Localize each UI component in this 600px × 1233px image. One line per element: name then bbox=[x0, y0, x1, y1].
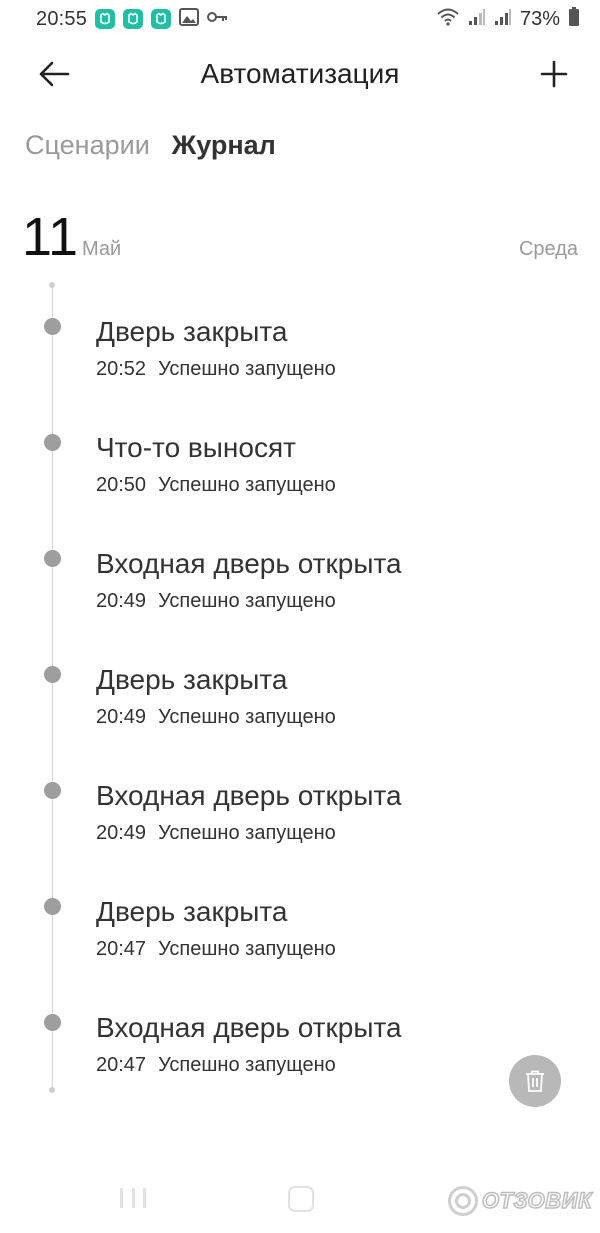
recents-button[interactable] bbox=[120, 1188, 146, 1210]
log-entry-title: Дверь закрыта bbox=[96, 316, 288, 347]
log-entry-meta: 20:49 Успешно запущено bbox=[96, 590, 336, 613]
log-entry-time: 20:49 bbox=[96, 590, 147, 612]
log-entry[interactable]: Что-то выносят 20:50 Успешно запущено bbox=[0, 428, 600, 544]
log-entry-meta: 20:52 Успешно запущено bbox=[96, 358, 336, 381]
log-entry-status: Успешно запущено bbox=[158, 1054, 336, 1076]
log-list: Дверь закрыта 20:52 Успешно запущено Что… bbox=[0, 312, 600, 1124]
battery-percent: 73% bbox=[519, 7, 560, 30]
timeline-dot bbox=[44, 434, 61, 451]
log-entry[interactable]: Входная дверь открыта 20:47 Успешно запу… bbox=[0, 1008, 600, 1124]
status-time: 20:55 bbox=[36, 7, 88, 30]
log-entry[interactable]: Дверь закрыта 20:49 Успешно запущено bbox=[0, 660, 600, 776]
plus-icon bbox=[540, 60, 568, 88]
mi-home-icon bbox=[151, 9, 172, 29]
watermark: ОТЗОВИК bbox=[448, 1186, 592, 1216]
log-entry-status: Успешно запущено bbox=[158, 822, 336, 844]
signal-icon bbox=[468, 8, 486, 31]
log-entry-title: Дверь закрыта bbox=[96, 664, 288, 695]
log-entry-time: 20:52 bbox=[96, 358, 147, 380]
page-title: Автоматизация bbox=[200, 58, 400, 89]
key-icon bbox=[207, 10, 229, 29]
add-button[interactable] bbox=[534, 56, 574, 92]
signal-icon bbox=[494, 8, 512, 31]
timeline-dot bbox=[44, 1014, 61, 1031]
log-entry-time: 20:47 bbox=[96, 938, 147, 960]
log-entry-status: Успешно запущено bbox=[158, 938, 336, 960]
log-entry-meta: 20:47 Успешно запущено bbox=[96, 1054, 336, 1077]
timeline-dot bbox=[44, 898, 61, 915]
log-entry-status: Успешно запущено bbox=[158, 474, 336, 496]
tab-journal[interactable]: Журнал bbox=[172, 130, 276, 161]
timeline-dot bbox=[44, 550, 61, 567]
log-entry-meta: 20:50 Успешно запущено bbox=[96, 474, 336, 497]
log-entry-time: 20:47 bbox=[96, 1054, 147, 1076]
log-entry-title: Входная дверь открыта bbox=[96, 548, 402, 579]
mi-home-icon bbox=[95, 9, 116, 29]
watermark-text: ОТЗОВИК bbox=[481, 1187, 592, 1214]
tab-bar: Сценарии Журнал bbox=[25, 130, 276, 161]
watermark-logo-icon bbox=[448, 1186, 478, 1216]
timeline-start-dot bbox=[49, 282, 55, 288]
date-weekday: Среда bbox=[518, 238, 578, 260]
date-month: Май bbox=[82, 238, 122, 260]
log-entry-status: Успешно запущено bbox=[158, 706, 336, 728]
log-entry-status: Успешно запущено bbox=[158, 358, 336, 380]
tab-scenarios[interactable]: Сценарии bbox=[25, 130, 150, 161]
log-entry-meta: 20:47 Успешно запущено bbox=[96, 938, 336, 961]
image-icon bbox=[179, 7, 200, 31]
date-day: 11 bbox=[22, 207, 79, 267]
log-entry-meta: 20:49 Успешно запущено bbox=[96, 706, 336, 729]
log-entry-title: Входная дверь открыта bbox=[96, 780, 402, 811]
status-bar-left: 20:55 bbox=[36, 7, 229, 31]
app-header: Автоматизация bbox=[0, 44, 600, 104]
log-entry[interactable]: Входная дверь открыта 20:49 Успешно запу… bbox=[0, 776, 600, 892]
home-button[interactable] bbox=[288, 1186, 314, 1212]
log-entry-status: Успешно запущено bbox=[158, 590, 336, 612]
mi-home-icon bbox=[123, 9, 144, 29]
log-entry-time: 20:49 bbox=[96, 822, 147, 844]
log-entry-meta: 20:49 Успешно запущено bbox=[96, 822, 336, 845]
timeline-dot bbox=[44, 666, 61, 683]
status-bar: 20:55 73% bbox=[0, 0, 600, 38]
log-entry[interactable]: Дверь закрыта 20:47 Успешно запущено bbox=[0, 892, 600, 1008]
status-bar-right: 73% bbox=[436, 6, 580, 32]
log-entry[interactable]: Входная дверь открыта 20:49 Успешно запу… bbox=[0, 544, 600, 660]
log-entry-time: 20:49 bbox=[96, 706, 147, 728]
battery-icon bbox=[568, 6, 580, 32]
log-entry-time: 20:50 bbox=[96, 474, 147, 496]
log-entry-title: Дверь закрыта bbox=[96, 896, 288, 927]
log-entry-title: Что-то выносят bbox=[96, 432, 296, 463]
log-entry[interactable]: Дверь закрыта 20:52 Успешно запущено bbox=[0, 312, 600, 428]
log-entry-title: Входная дверь открыта bbox=[96, 1012, 402, 1043]
trash-icon bbox=[526, 1070, 544, 1092]
delete-button[interactable] bbox=[509, 1055, 561, 1107]
timeline-dot bbox=[44, 318, 61, 335]
timeline-dot bbox=[44, 782, 61, 799]
wifi-icon bbox=[436, 7, 460, 32]
